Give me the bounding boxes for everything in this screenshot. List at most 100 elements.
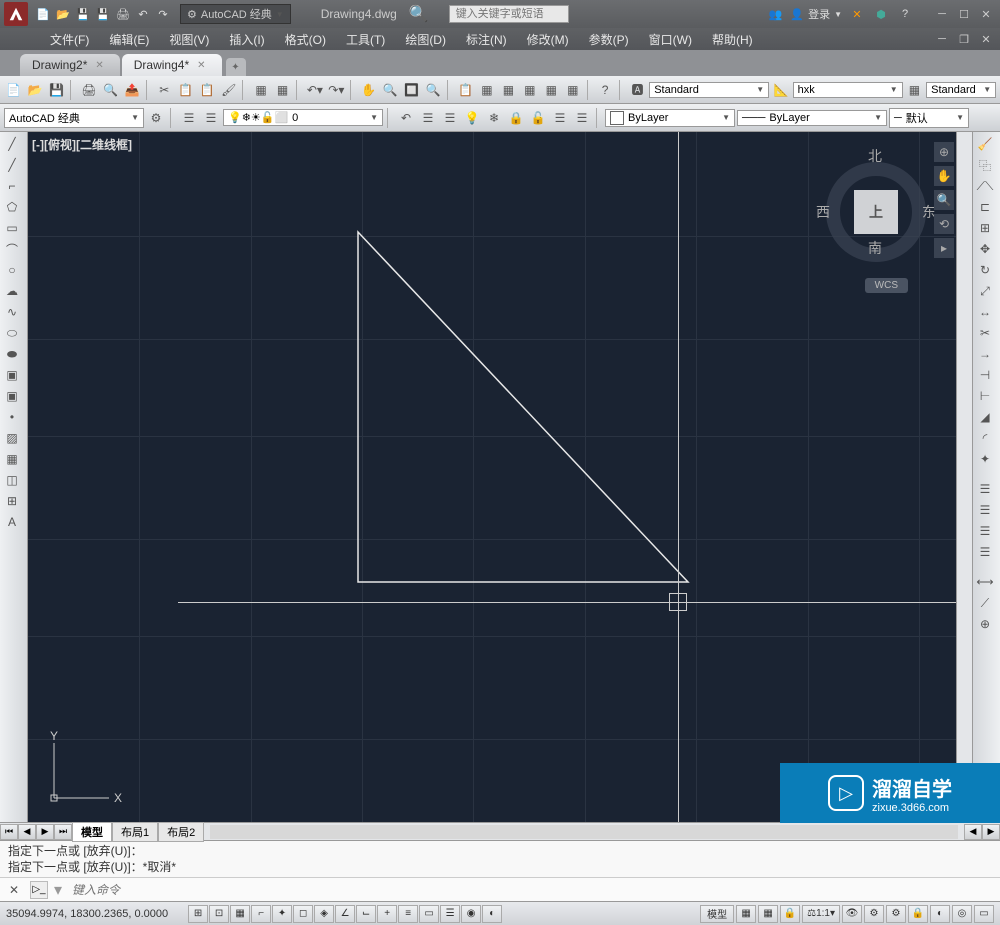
annoautoscale-icon[interactable]: ⚙ — [864, 905, 884, 923]
style1-icon[interactable]: 🅰 — [628, 80, 647, 100]
layer-match-icon[interactable]: ☰ — [440, 108, 460, 128]
circle-icon[interactable]: ○ — [2, 260, 22, 280]
zoom-prev-icon[interactable]: 🔍 — [423, 80, 442, 100]
dc-icon[interactable]: ▦ — [477, 80, 496, 100]
block-create-icon[interactable]: ▣ — [2, 386, 22, 406]
maximize-button[interactable]: ☐ — [954, 6, 974, 22]
open-icon[interactable]: 📂 — [25, 80, 44, 100]
vertical-scrollbar[interactable] — [956, 132, 972, 822]
stay-icon[interactable]: ⬢ — [872, 5, 890, 23]
save-icon[interactable]: 💾 — [47, 80, 66, 100]
horizontal-scrollbar[interactable] — [210, 825, 958, 839]
zoom-win-icon[interactable]: 🔲 — [402, 80, 421, 100]
menu-modify[interactable]: 修改(M) — [517, 31, 579, 48]
ellipse-arc-icon[interactable]: ⬬ — [2, 344, 22, 364]
tabs-next-icon[interactable]: ▶ — [36, 824, 54, 840]
sheetset-icon[interactable]: ▦ — [520, 80, 539, 100]
point-icon[interactable]: • — [2, 407, 22, 427]
rotate-icon[interactable]: ↻ — [975, 260, 995, 280]
menu-edit[interactable]: 编辑(E) — [99, 31, 159, 48]
new-tab-button[interactable]: ✦ — [226, 58, 246, 76]
text-style-dropdown[interactable]: Standard▼ — [649, 82, 769, 98]
pan-icon[interactable]: ✋ — [359, 80, 378, 100]
cut-icon[interactable]: ✂ — [155, 80, 174, 100]
stretch-icon[interactable]: ↔ — [975, 302, 995, 322]
layer-unlock-icon[interactable]: 🔓 — [528, 108, 548, 128]
minimize-button[interactable]: ─ — [932, 6, 952, 22]
polar-icon[interactable]: ✦ — [272, 905, 292, 923]
pline-icon[interactable]: ⌐ — [2, 176, 22, 196]
redo-icon[interactable]: ↷▾ — [327, 80, 346, 100]
layer-lock-icon[interactable]: 🔒 — [506, 108, 526, 128]
layout-quick2-icon[interactable]: ▦ — [758, 905, 778, 923]
matchprop-icon[interactable]: 🖌 — [219, 80, 238, 100]
sheet-tab-model[interactable]: 模型 — [72, 822, 112, 842]
print-icon[interactable]: 🖨 — [114, 5, 132, 23]
new-icon[interactable]: 📄 — [4, 80, 23, 100]
hatch-icon[interactable]: ▨ — [2, 428, 22, 448]
fillet-icon[interactable]: ◜ — [975, 428, 995, 448]
drawing-canvas[interactable]: [-][俯视][二维线框] X Y — [28, 132, 956, 822]
extend-icon[interactable]: → — [975, 344, 995, 364]
ortho-icon[interactable]: ⌐ — [251, 905, 271, 923]
annoscale-icon[interactable]: 🔒 — [780, 905, 800, 923]
undo-icon[interactable]: ↶ — [134, 5, 152, 23]
new-icon[interactable]: 📄 — [34, 5, 52, 23]
layer-dropdown[interactable]: 💡❄☀🔓⬜ 0▼ — [223, 109, 383, 126]
qp-icon[interactable]: ☰ — [440, 905, 460, 923]
properties-icon[interactable]: 📋 — [456, 80, 475, 100]
insert-icon[interactable]: ▣ — [2, 365, 22, 385]
rectangle-icon[interactable]: ▭ — [2, 218, 22, 238]
draworder3-icon[interactable]: ☰ — [975, 521, 995, 541]
showmotion-icon[interactable]: ▸ — [934, 238, 954, 258]
explode-icon[interactable]: ✦ — [975, 449, 995, 469]
viewcube-west[interactable]: 西 — [816, 202, 830, 222]
tabs-last-icon[interactable]: ⏭ — [54, 824, 72, 840]
scale-icon[interactable]: ⤢ — [975, 281, 995, 301]
layer-states-icon[interactable]: ☰ — [201, 108, 221, 128]
command-input[interactable] — [68, 883, 996, 897]
draworder4-icon[interactable]: ☰ — [975, 542, 995, 562]
toolbar-lock-icon[interactable]: 🔒 — [908, 905, 928, 923]
publish-icon[interactable]: 📤 — [122, 80, 141, 100]
print-icon[interactable]: 🖨 — [79, 80, 98, 100]
cleanscreen-icon[interactable]: ▭ — [974, 905, 994, 923]
move-icon[interactable]: ✥ — [975, 239, 995, 259]
app-logo-icon[interactable] — [4, 2, 28, 26]
scale-button[interactable]: ⚖ 1:1 ▾ — [802, 905, 840, 923]
open-icon[interactable]: 📂 — [54, 5, 72, 23]
tabs-first-icon[interactable]: ⏮ — [0, 824, 18, 840]
calc-icon[interactable]: ▦ — [563, 80, 582, 100]
sheet-tab-layout2[interactable]: 布局2 — [158, 822, 204, 842]
help-icon[interactable]: ? — [896, 5, 914, 23]
zoom-icon[interactable]: 🔍 — [934, 190, 954, 210]
menu-draw[interactable]: 绘图(D) — [395, 31, 456, 48]
viewcube-south[interactable]: 南 — [868, 238, 882, 258]
gradient-icon[interactable]: ▦ — [2, 449, 22, 469]
menu-view[interactable]: 视图(V) — [159, 31, 219, 48]
region-icon[interactable]: ◫ — [2, 470, 22, 490]
layer-off-icon[interactable]: 💡 — [462, 108, 482, 128]
tpy-icon[interactable]: ▭ — [419, 905, 439, 923]
xline-icon[interactable]: ╱ — [2, 155, 22, 175]
mtext-icon[interactable]: A — [2, 512, 22, 532]
menu-insert[interactable]: 插入(I) — [219, 31, 274, 48]
dim-linear-icon[interactable]: ⟷ — [975, 572, 995, 592]
dim-aligned-icon[interactable]: ⟋ — [975, 593, 995, 613]
menu-dimension[interactable]: 标注(N) — [456, 31, 517, 48]
arc-icon[interactable]: ⌒ — [2, 239, 22, 259]
orbit-icon[interactable]: ⟲ — [934, 214, 954, 234]
help-icon[interactable]: ? — [595, 80, 614, 100]
doc-close-button[interactable]: ✕ — [976, 31, 996, 47]
coordinates-display[interactable]: 35094.9974, 18300.2365, 0.0000 — [6, 908, 168, 920]
viewcube-face[interactable]: 上 — [854, 190, 898, 234]
snap-icon[interactable]: ⊡ — [209, 905, 229, 923]
isolate-icon[interactable]: ◎ — [952, 905, 972, 923]
modelspace-button[interactable]: 模型 — [700, 905, 734, 923]
table-style-dropdown[interactable]: Standard▼ — [926, 82, 996, 98]
tool-palette-icon[interactable]: ▦ — [499, 80, 518, 100]
infocenter-icon[interactable]: 👥 — [766, 5, 784, 23]
scroll-right-icon[interactable]: ▶ — [982, 824, 1000, 840]
cmd-prompt-icon[interactable]: ▷_ — [30, 881, 48, 899]
saveas-icon[interactable]: 💾 — [94, 5, 112, 23]
